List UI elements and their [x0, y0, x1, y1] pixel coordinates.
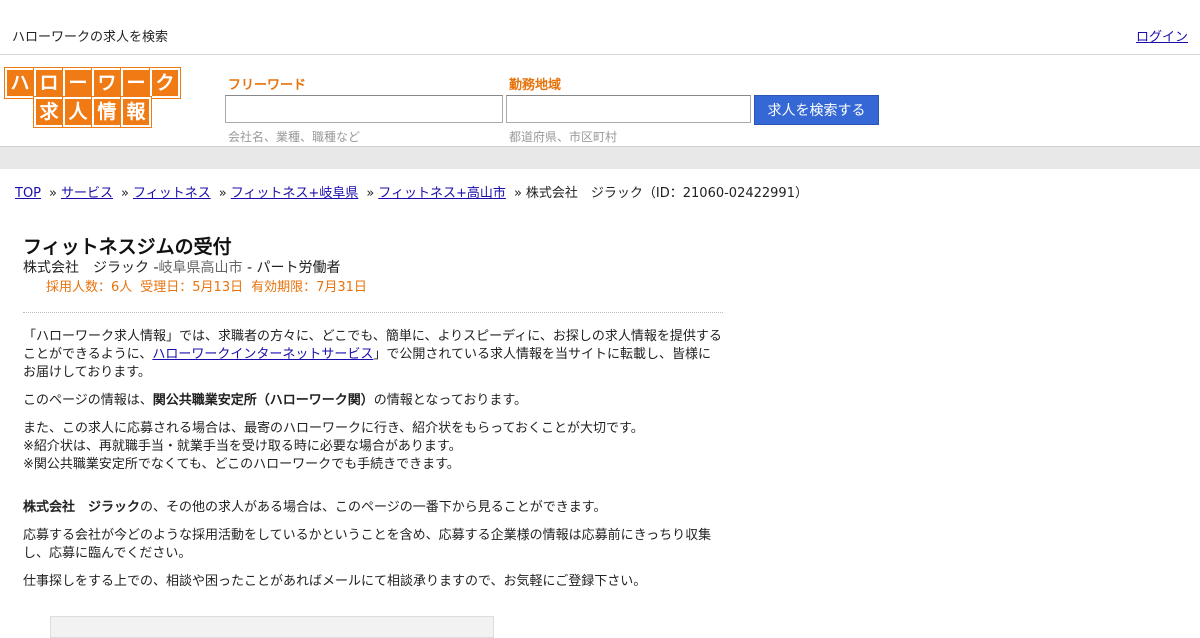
- referral-line: また、この求人に応募される場合は、最寄のハローワークに行き、紹介状をもらっておく…: [23, 421, 644, 436]
- logo-char: 人: [62, 96, 94, 128]
- area-input[interactable]: [506, 95, 751, 123]
- breadcrumb-separator: »: [366, 186, 375, 201]
- keyword-label: フリーワード: [228, 78, 307, 93]
- breadcrumb-top[interactable]: TOP: [15, 186, 41, 201]
- job-location: 岐阜県高山市: [158, 260, 243, 276]
- breadcrumb-fitness-takayama[interactable]: フィットネス+高山市: [378, 186, 506, 201]
- consultation-paragraph: 仕事探しをする上での、相談や困ったことがあればメールにて相談承りますので、お気軽…: [23, 574, 647, 589]
- site-tagline: ハローワークの求人を検索: [12, 30, 169, 45]
- logo-char: ロ: [33, 67, 65, 99]
- intro-paragraph: 「ハローワーク求人情報」では、求職者の方々に、どこでも、簡単に、よりスピーディに…: [23, 328, 723, 382]
- hellowork-logo[interactable]: ハ ロ ー ワ ー ク 求 人 情 報: [4, 67, 181, 128]
- employment-type: - パート労働者: [242, 260, 341, 276]
- job-detail-table-top: [50, 616, 494, 638]
- logo-char: ー: [120, 67, 152, 99]
- top-bar: ハローワークの求人を検索 ログイン: [0, 0, 1200, 55]
- logo-char: ハ: [4, 67, 36, 99]
- area-label: 勤務地域: [509, 78, 562, 93]
- breadcrumb-fitness-gifu[interactable]: フィットネス+岐阜県: [231, 186, 359, 201]
- company-name: 株式会社 ジラック -: [23, 260, 159, 276]
- hire-count: 採用人数：6人: [46, 280, 133, 295]
- logo-char: ー: [62, 67, 94, 99]
- logo-char: ク: [149, 67, 181, 99]
- job-meta: 採用人数：6人 受理日：5月13日 有効期限：7月31日: [46, 276, 375, 295]
- job-title: フィットネスジムの受付: [23, 236, 232, 258]
- breadcrumb-fitness[interactable]: フィットネス: [133, 186, 211, 201]
- login-link[interactable]: ログイン: [1136, 26, 1188, 45]
- breadcrumb-separator: »: [49, 186, 57, 201]
- advice-paragraph: 応募する会社が今どのような採用活動をしているかということを含め、応募する企業様の…: [23, 528, 712, 561]
- source-paragraph: このページの情報は、関公共職業安定所（ハローワーク関）の情報となっております。: [23, 392, 723, 410]
- breadcrumb: TOP» サービス» フィットネス» フィットネス+岐阜県» フィットネス+高山市» 株式…: [15, 182, 808, 201]
- logo-char: 求: [33, 96, 65, 128]
- source-text: このページの情報は、: [23, 393, 153, 408]
- breadcrumb-separator: »: [121, 186, 129, 201]
- referral-paragraph: また、この求人に応募される場合は、最寄のハローワークに行き、紹介状をもらっておく…: [23, 420, 723, 474]
- source-office: 関公共職業安定所（ハローワーク関）: [152, 393, 374, 408]
- section-divider: [23, 312, 723, 313]
- source-text-end: の情報となっております。: [373, 393, 528, 408]
- company-name-bold: 株式会社 ジラック: [23, 500, 141, 515]
- logo-char: 報: [120, 96, 152, 128]
- other-jobs-text: の、その他の求人がある場合は、このページの一番下から見ることができます。: [140, 500, 607, 515]
- keyword-input[interactable]: [225, 95, 503, 123]
- search-button[interactable]: 求人を検索する: [754, 95, 879, 125]
- area-hint: 都道府県、市区町村: [509, 130, 618, 144]
- received-date: 受理日：5月13日: [140, 280, 244, 295]
- breadcrumb-separator: »: [513, 186, 522, 201]
- expiry-date: 有効期限：7月31日: [251, 280, 367, 295]
- referral-note: ※関公共職業安定所でなくても、どこのハローワークでも手続きできます。: [23, 457, 460, 472]
- breadcrumb-service[interactable]: サービス: [61, 186, 113, 201]
- job-subtitle: 株式会社 ジラック -岐阜県高山市 - パート労働者: [23, 257, 340, 277]
- logo-char: 情: [91, 96, 123, 128]
- breadcrumb-current: 株式会社 ジラック（ID：21060-02422991）: [525, 186, 808, 201]
- keyword-hint: 会社名、業種、職種など: [228, 130, 361, 144]
- other-jobs-paragraph: 株式会社 ジラックの、その他の求人がある場合は、このページの一番下から見ることが…: [23, 499, 723, 517]
- breadcrumb-separator: »: [218, 186, 227, 201]
- hellowork-internet-service-link[interactable]: ハローワークインターネットサービス: [152, 347, 373, 362]
- nav-band: [0, 146, 1200, 169]
- referral-note: ※紹介状は、再就職手当・就業手当を受け取る時に必要な場合があります。: [23, 439, 462, 454]
- logo-char: ワ: [91, 67, 123, 99]
